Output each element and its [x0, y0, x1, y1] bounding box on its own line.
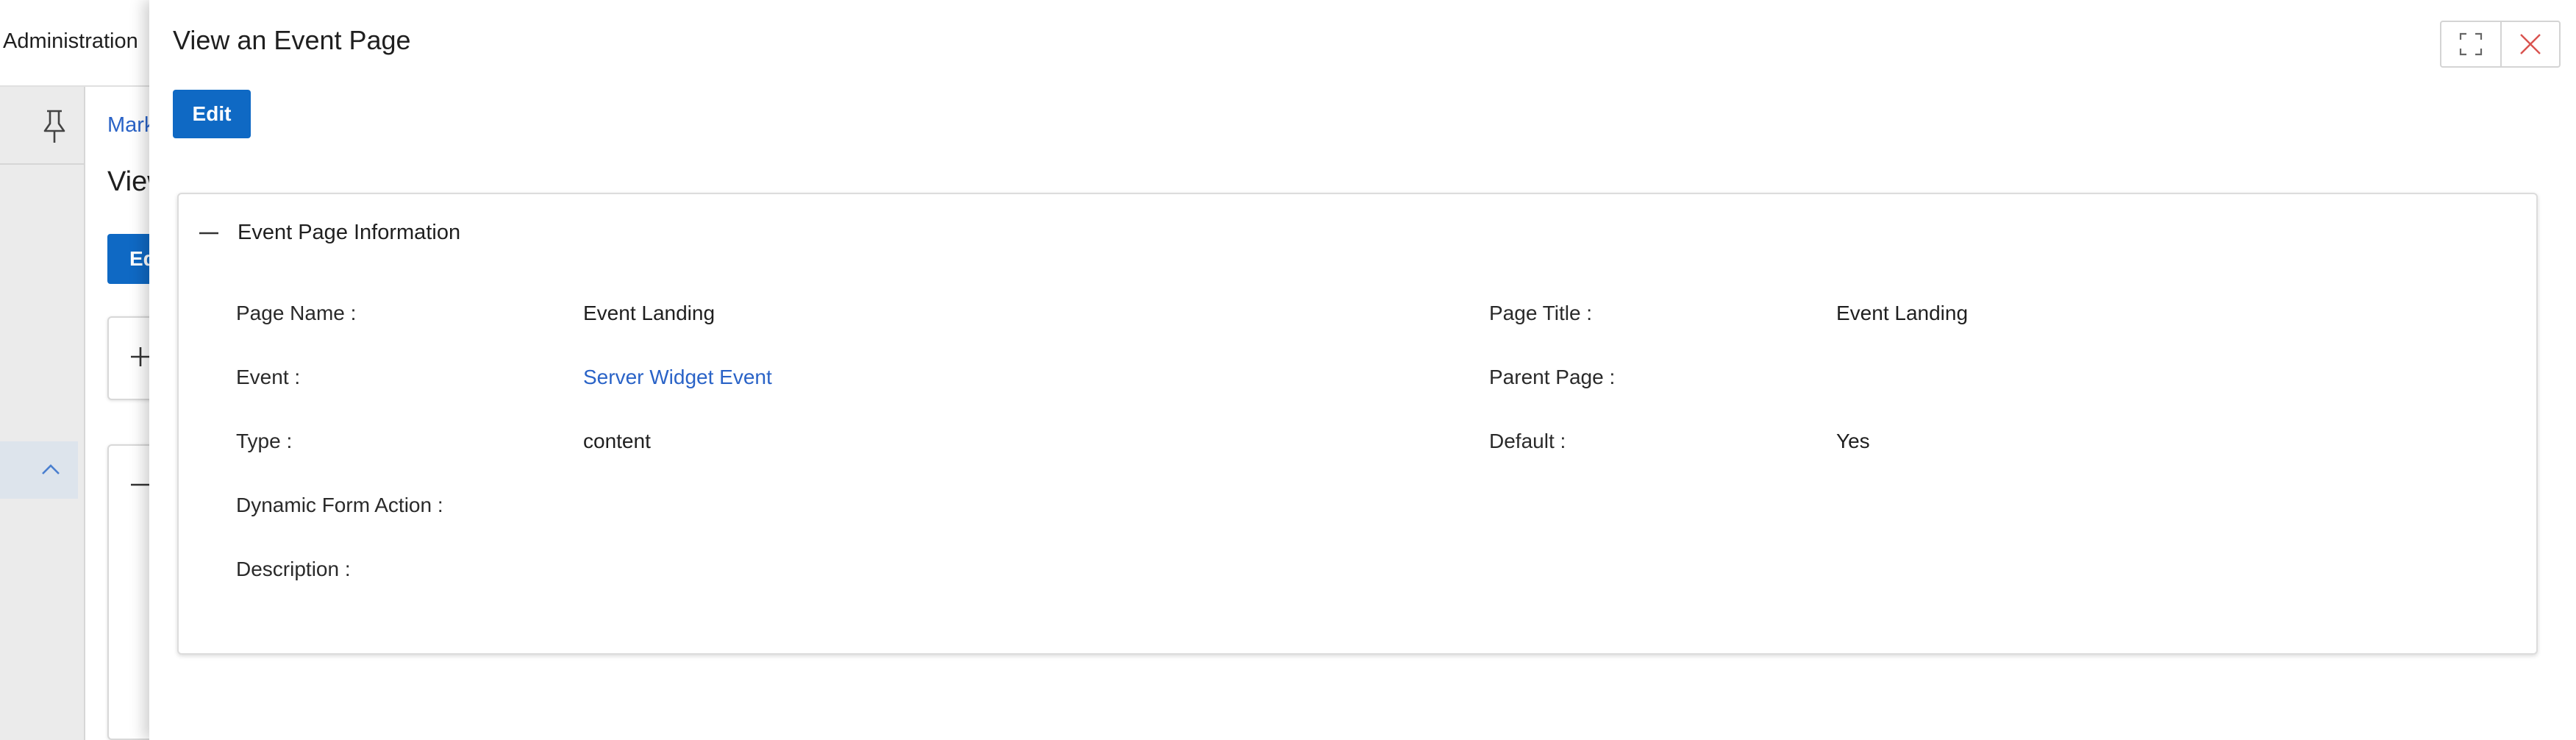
parent-page-label: Parent Page : — [1489, 366, 1616, 388]
dynamic-form-action-label: Dynamic Form Action : — [236, 494, 443, 516]
default-value: Yes — [1836, 430, 1870, 452]
event-link[interactable]: Server Widget Event — [583, 366, 772, 389]
default-label: Default : — [1489, 430, 1566, 452]
pin-icon[interactable] — [41, 109, 68, 144]
page-name-value: Event Landing — [583, 302, 716, 324]
topbar-administration-label[interactable]: Administration — [3, 29, 138, 54]
page-title-label: Page Title : — [1489, 302, 1593, 324]
type-value: content — [583, 430, 651, 452]
maximize-button[interactable] — [2441, 22, 2500, 66]
window-controls — [2440, 21, 2561, 68]
section-title: Event Page Information — [238, 221, 461, 244]
page-name-label: Page Name : — [236, 302, 357, 324]
breadcrumb[interactable]: Mark — [107, 113, 154, 138]
maximize-icon — [2459, 32, 2483, 56]
event-page-panel: View an Event Page Edit Event Page Infor… — [149, 0, 2576, 740]
close-icon — [2520, 34, 2541, 54]
event-label: Event : — [236, 366, 301, 388]
sidebar-active-item[interactable] — [0, 441, 78, 499]
close-button[interactable] — [2500, 22, 2559, 66]
section-header[interactable]: Event Page Information — [198, 221, 460, 245]
sidebar — [0, 87, 85, 740]
minus-icon[interactable] — [198, 222, 220, 244]
page-title-value: Event Landing — [1836, 302, 1969, 324]
edit-button[interactable]: Edit — [173, 90, 251, 138]
type-label: Type : — [236, 430, 293, 452]
event-page-information-card: Event Page Information Page Name : Event… — [177, 193, 2538, 655]
panel-title: View an Event Page — [173, 25, 411, 55]
minus-icon[interactable] — [129, 474, 151, 496]
plus-icon[interactable] — [129, 346, 151, 368]
chevron-up-icon[interactable] — [40, 459, 62, 481]
description-label: Description : — [236, 558, 351, 580]
